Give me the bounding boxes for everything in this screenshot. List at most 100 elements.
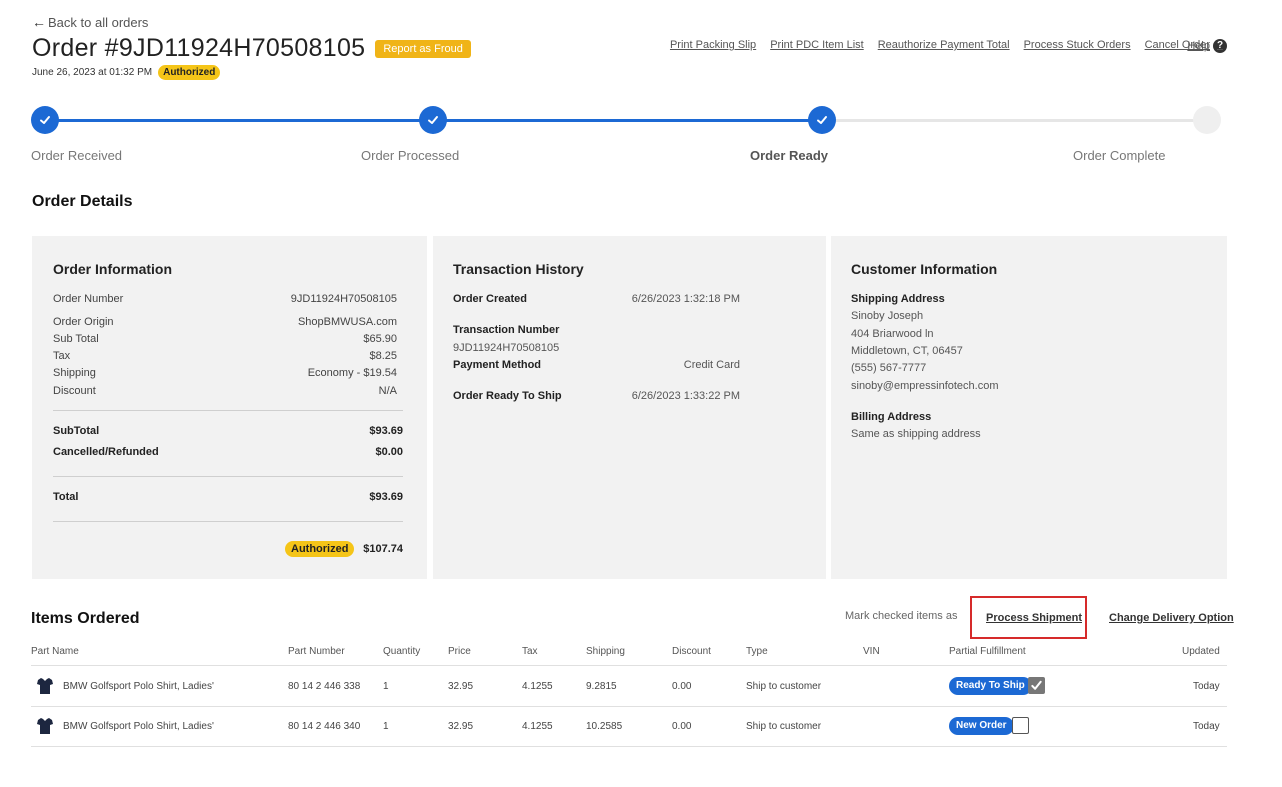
print-pdc-item-list-link[interactable]: Print PDC Item List xyxy=(770,39,864,51)
help-icon: ? xyxy=(1213,39,1227,53)
info-row-order-number: Order Number 9JD11924H70508105 xyxy=(53,293,397,305)
arrow-left-icon: ← xyxy=(32,14,46,30)
divider xyxy=(53,410,403,411)
item-shipping: 9.2815 xyxy=(586,681,617,692)
authorized-amount: $107.74 xyxy=(363,543,403,555)
col-type[interactable]: Type xyxy=(746,646,768,657)
polo-shirt-icon xyxy=(37,678,53,694)
status-badge: Authorized xyxy=(158,65,221,80)
table-divider xyxy=(31,665,1227,666)
payment-method-label: Payment Method xyxy=(453,359,542,371)
page-title: Order #9JD11924H70508105 xyxy=(32,34,366,62)
card-title: Order Information xyxy=(53,261,173,277)
process-shipment-button[interactable]: Process Shipment xyxy=(986,612,1082,624)
transaction-number-label: Transaction Number xyxy=(453,324,560,336)
progress-track-2 xyxy=(433,119,821,122)
item-tax: 4.1255 xyxy=(522,681,553,692)
card-title: Transaction History xyxy=(453,261,584,277)
item-quantity: 1 xyxy=(383,681,389,692)
change-delivery-option-button[interactable]: Change Delivery Option xyxy=(1109,612,1234,624)
item-part-number: 80 14 2 446 338 xyxy=(288,681,361,692)
customer-street: 404 Briarwood ln xyxy=(851,328,934,340)
item-price: 32.95 xyxy=(448,681,474,692)
payment-method-value: Credit Card xyxy=(683,359,740,371)
shipping-address-label: Shipping Address xyxy=(851,293,945,305)
item-checkbox[interactable] xyxy=(1028,677,1045,694)
check-icon xyxy=(817,116,827,124)
item-type: Ship to customer xyxy=(746,681,822,692)
check-icon xyxy=(40,116,50,124)
title-row: Order #9JD11924H70508105 Report as Froud xyxy=(32,34,471,63)
item-part-number: 80 14 2 446 340 xyxy=(288,721,361,732)
step-order-received xyxy=(31,106,59,134)
transaction-history-card: Transaction History Order Created 6/26/2… xyxy=(433,236,826,579)
fulfillment-status-badge: New Order xyxy=(949,717,1014,735)
item-name: BMW Golfsport Polo Shirt, Ladies' xyxy=(63,681,214,692)
info-row-shipping: Shipping Economy - $19.54 xyxy=(53,367,397,379)
print-packing-slip-link[interactable]: Print Packing Slip xyxy=(670,39,756,51)
col-price[interactable]: Price xyxy=(448,646,471,657)
col-part-number[interactable]: Part Number xyxy=(288,646,345,657)
col-updated[interactable]: Updated xyxy=(1182,646,1220,657)
process-stuck-orders-link[interactable]: Process Stuck Orders xyxy=(1024,39,1131,51)
order-created-label: Order Created xyxy=(453,293,527,305)
item-name: BMW Golfsport Polo Shirt, Ladies' xyxy=(63,721,214,732)
step-label-complete: Order Complete xyxy=(1073,148,1166,163)
report-fraud-button[interactable]: Report as Froud xyxy=(375,39,471,58)
transaction-number-value: 9JD11924H70508105 xyxy=(453,342,560,354)
table-divider xyxy=(31,746,1227,747)
col-tax[interactable]: Tax xyxy=(522,646,538,657)
table-divider xyxy=(31,706,1227,707)
card-title: Customer Information xyxy=(851,261,998,277)
authorized-badge: Authorized xyxy=(285,541,355,557)
order-actions: Print Packing Slip Print PDC Item List R… xyxy=(670,39,1210,51)
col-discount[interactable]: Discount xyxy=(672,646,711,657)
item-shipping: 10.2585 xyxy=(586,721,623,732)
step-order-ready xyxy=(808,106,836,134)
item-updated: Today xyxy=(1193,681,1220,692)
customer-name: Sinoby Joseph xyxy=(851,310,924,322)
info-row-subtotal: SubTotal $93.69 xyxy=(53,425,403,437)
item-price: 32.95 xyxy=(448,721,474,732)
info-row-sub-total: Sub Total $65.90 xyxy=(53,333,397,345)
item-type: Ship to customer xyxy=(746,721,822,732)
order-details-title: Order Details xyxy=(32,193,133,210)
order-date-row: June 26, 2023 at 01:32 PM Authorized xyxy=(32,65,221,80)
order-information-card: Order Information Order Number 9JD11924H7… xyxy=(32,236,427,579)
items-ordered-title: Items Ordered xyxy=(31,610,140,627)
col-part-name[interactable]: Part Name xyxy=(31,646,79,657)
divider xyxy=(53,476,403,477)
progress-track-3 xyxy=(821,119,1207,122)
mark-items-label: Mark checked items as xyxy=(845,610,958,622)
order-ready-label: Order Ready To Ship xyxy=(453,390,562,402)
step-label-received: Order Received xyxy=(31,148,123,163)
col-shipping[interactable]: Shipping xyxy=(586,646,625,657)
info-row-total: Total $93.69 xyxy=(53,491,403,503)
info-row-order-origin: Order Origin ShopBMWUSA.com xyxy=(53,316,397,328)
step-label-ready: Order Ready xyxy=(750,148,829,163)
step-label-processed: Order Processed xyxy=(361,148,460,163)
fulfillment-status-badge: Ready To Ship xyxy=(949,677,1032,695)
col-partial-fulfillment[interactable]: Partial Fulfillment xyxy=(949,646,1026,657)
check-icon xyxy=(428,116,438,124)
item-quantity: 1 xyxy=(383,721,389,732)
customer-phone: (555) 567-7777 xyxy=(851,362,927,374)
item-checkbox[interactable] xyxy=(1012,717,1029,734)
progress-track-1 xyxy=(45,119,433,122)
polo-shirt-icon xyxy=(37,718,53,734)
reauthorize-payment-link[interactable]: Reauthorize Payment Total xyxy=(878,39,1010,51)
help-label: Help xyxy=(1187,40,1210,52)
order-date: June 26, 2023 at 01:32 PM xyxy=(32,67,153,78)
billing-address-value: Same as shipping address xyxy=(851,428,981,440)
col-quantity[interactable]: Quantity xyxy=(383,646,420,657)
divider xyxy=(53,521,403,522)
info-row-discount: Discount N/A xyxy=(53,385,397,397)
customer-email: sinoby@empressinfotech.com xyxy=(851,380,999,392)
customer-information-card: Customer Information Shipping Address Si… xyxy=(831,236,1227,579)
step-order-processed xyxy=(419,106,447,134)
back-link[interactable]: ← Back to all orders xyxy=(32,14,148,30)
col-vin[interactable]: VIN xyxy=(863,646,880,657)
help-link[interactable]: Help ? xyxy=(1187,39,1227,53)
item-discount: 0.00 xyxy=(672,721,692,732)
info-row-cancelled: Cancelled/Refunded $0.00 xyxy=(53,446,403,458)
